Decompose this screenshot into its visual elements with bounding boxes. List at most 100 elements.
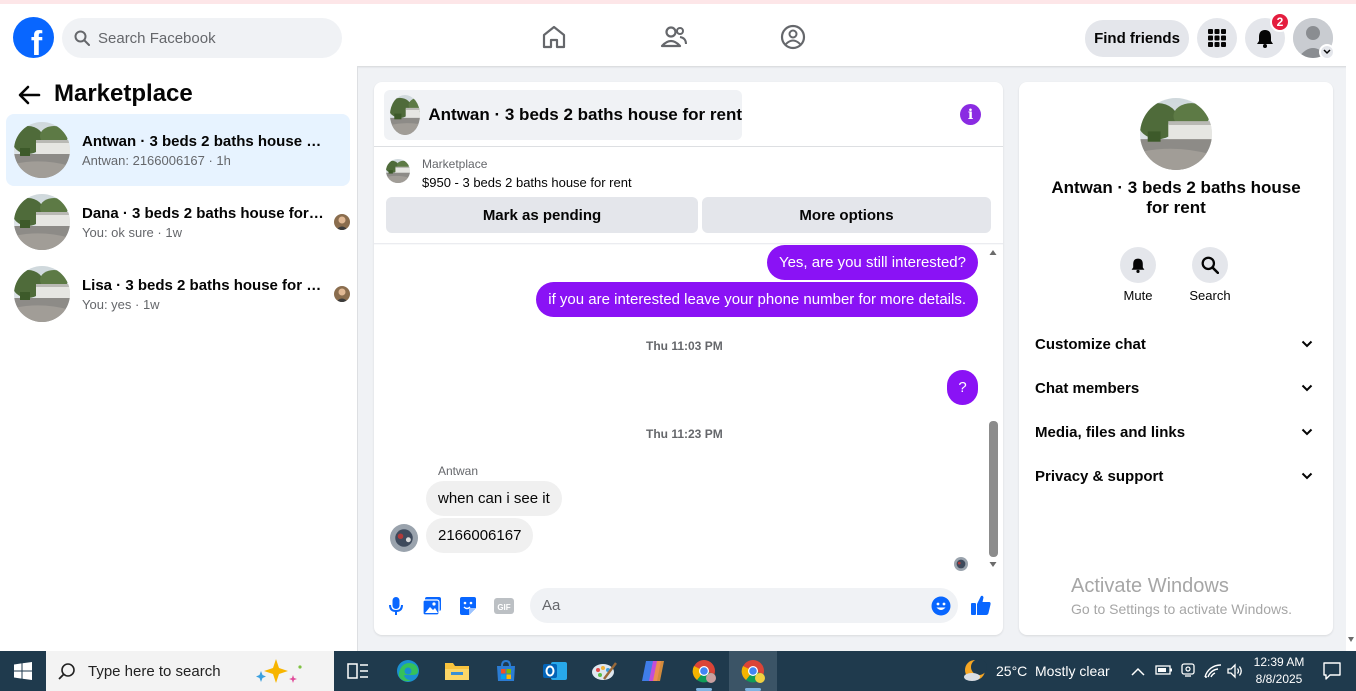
customize-chat-section[interactable]: Customize chat [1027,324,1325,364]
task-view-icon [347,663,368,679]
sender-avatar[interactable] [390,524,418,552]
sticker-button[interactable] [457,595,479,617]
media-files-links-section[interactable]: Media, files and links [1027,412,1325,452]
seen-avatar [334,214,350,230]
weather-widget-icon[interactable] [962,659,988,683]
meet-now-button[interactable] [1180,662,1196,683]
photo-gallery-icon [422,597,441,616]
message-composer[interactable] [530,588,958,623]
search-label: Search [1189,288,1231,303]
search-in-conversation-button[interactable] [1192,247,1228,283]
folder-icon [445,663,469,680]
friends-nav-button[interactable] [658,21,690,53]
chevron-down-icon [1301,340,1313,348]
message-input[interactable] [542,597,912,614]
bell-icon [1131,258,1145,273]
listing-thumbnail[interactable] [386,159,410,183]
incoming-message[interactable]: 2166006167 [426,518,534,553]
battery-icon [1155,665,1172,675]
activate-windows-watermark: Activate Windows Go to Settings to activ… [1071,575,1292,617]
search-input[interactable] [98,29,318,47]
outlook-app[interactable] [531,651,579,691]
section-label: Privacy & support [1035,467,1164,485]
chrome-app-active[interactable] [729,651,777,691]
mute-button[interactable] [1120,247,1156,283]
store-icon [497,659,515,681]
home-nav-button[interactable] [538,21,570,53]
chrome-icon [692,660,716,683]
chat-header-title: Antwan · 3 beds 2 baths house for rent [428,105,742,124]
system-clock[interactable]: 12:39 AM 8/8/2025 [1251,654,1307,688]
facebook-logo[interactable]: f [13,17,54,58]
message-sender-name: Antwan [438,464,479,478]
chat-bubble-icon [1323,662,1341,680]
copilot-app[interactable] [629,651,677,691]
edge-app[interactable] [384,651,432,691]
conversation-preview: You: ok sure · 1w [82,224,182,240]
attach-media-button[interactable] [421,595,443,617]
details-listing-photo[interactable] [1140,98,1212,170]
conversation-item[interactable]: Dana · 3 beds 2 baths house for rent You… [6,186,350,258]
friends-icon [660,26,687,48]
start-button[interactable] [0,651,46,691]
listing-photo [14,194,70,250]
chevron-down-icon [1301,428,1313,436]
listing-source-label: Marketplace [422,157,488,171]
file-explorer-app[interactable] [433,651,481,691]
like-button[interactable] [969,593,993,617]
show-hidden-icons-button[interactable] [1131,664,1145,682]
weather-temperature[interactable]: 25°C [996,663,1027,679]
back-arrow-icon [18,85,41,105]
bell-icon [1257,30,1273,48]
clock-time: 12:39 AM [1253,655,1305,669]
speaker-icon [1227,663,1242,679]
seen-avatar [334,286,350,302]
volume-control[interactable] [1226,663,1244,684]
windows-logo-icon [14,662,32,680]
chevron-down-icon [1301,472,1313,480]
groups-nav-button[interactable] [777,21,809,53]
incoming-message[interactable]: when can i see it [426,481,562,516]
battery-status[interactable] [1155,663,1173,682]
search-icon [58,663,75,680]
taskbar-search-input[interactable] [88,662,248,680]
info-icon[interactable]: i [960,104,981,125]
facebook-search[interactable] [62,18,342,58]
back-button[interactable] [18,84,42,106]
task-view-button[interactable] [334,651,382,691]
find-friends-button[interactable]: Find friends [1085,20,1189,57]
outgoing-message[interactable]: if you are interested leave your phone n… [536,282,978,317]
menu-button[interactable] [1197,18,1237,58]
listing-title[interactable]: $950 - 3 beds 2 baths house for rent [422,175,632,190]
taskbar-search[interactable] [46,651,334,691]
emoji-icon [931,596,951,616]
privacy-support-section[interactable]: Privacy & support [1027,456,1325,496]
section-label: Media, files and links [1035,423,1186,441]
chrome-app[interactable] [680,651,728,691]
voice-clip-button[interactable] [385,595,407,617]
network-status[interactable] [1204,663,1222,684]
scrollbar-thumb[interactable] [989,421,998,557]
microphone-icon [389,597,403,615]
gif-button[interactable]: GIF [493,595,515,617]
page-scrollbar[interactable] [1346,66,1356,651]
mark-as-pending-button[interactable]: Mark as pending [386,197,698,233]
emoji-button[interactable] [930,595,952,617]
outgoing-message[interactable]: ? [947,370,978,405]
conversation-title: Antwan · 3 beds 2 baths house for rent [82,132,326,150]
paint-app[interactable] [580,651,628,691]
account-menu-chevron[interactable] [1319,44,1335,60]
conversation-item[interactable]: Lisa · 3 beds 2 baths house for rent You… [6,258,350,330]
chat-header[interactable]: Antwan · 3 beds 2 baths house for rent [384,90,742,140]
more-options-button[interactable]: More options [702,197,991,233]
clock-date: 8/8/2025 [1255,672,1303,686]
sparkle-icon [256,659,302,683]
microsoft-store-app[interactable] [482,651,530,691]
conversation-item[interactable]: Antwan · 3 beds 2 baths house for rent A… [6,114,350,186]
weather-description[interactable]: Mostly clear [1035,663,1110,679]
notification-center-button[interactable] [1322,661,1342,686]
outgoing-message[interactable]: Yes, are you still interested? [766,245,978,280]
chat-members-section[interactable]: Chat members [1027,368,1325,408]
thumbs-up-icon [971,595,991,615]
grid-menu-icon [1208,29,1226,47]
